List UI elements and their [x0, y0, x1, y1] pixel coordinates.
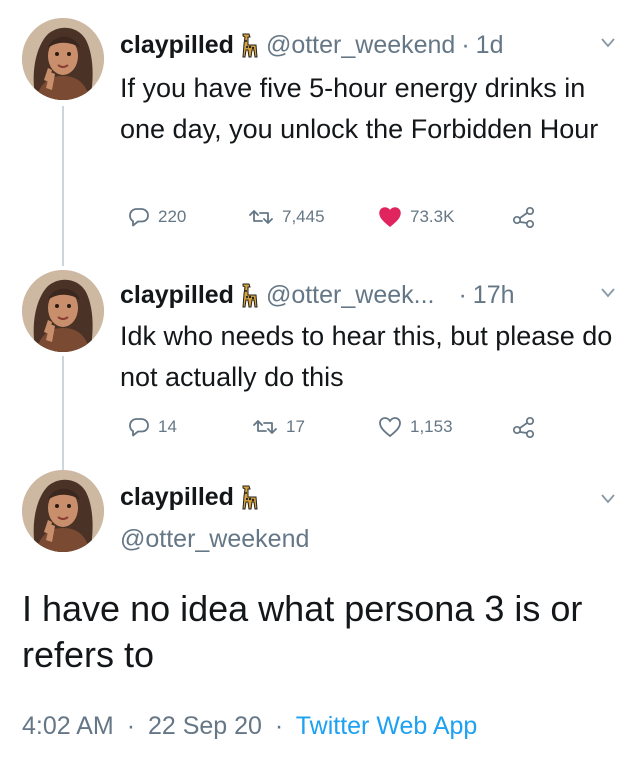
tweet-timestamp[interactable]: 4:02 AM — [22, 712, 114, 740]
avatar[interactable] — [22, 470, 104, 552]
tweet-metadata: 4:02 AM · 22 Sep 20 · Twitter Web App — [22, 712, 477, 741]
giraffe-emoji-icon — [240, 484, 260, 510]
reply-icon — [129, 418, 149, 437]
separator: · — [274, 712, 284, 740]
tweet-actions: 220 7,445 73.3K — [120, 200, 540, 234]
retweet-button[interactable]: 7,445 — [248, 200, 325, 234]
display-name[interactable]: claypilled — [120, 31, 234, 60]
retweet-icon — [253, 420, 277, 434]
reply-count: 14 — [158, 417, 177, 436]
like-button[interactable]: 1,153 — [378, 410, 453, 444]
tweet-header: claypilled @otter_week... · 17h — [120, 278, 515, 312]
retweet-icon — [249, 210, 273, 224]
like-button[interactable]: 73.3K — [378, 200, 454, 234]
chevron-down-icon[interactable] — [600, 492, 616, 506]
username[interactable]: @otter_weekend — [266, 31, 455, 60]
reply-button[interactable]: 14 — [128, 410, 177, 444]
tweet-date[interactable]: 22 Sep 20 — [148, 712, 262, 740]
separator: · — [458, 280, 467, 309]
avatar-image — [22, 270, 104, 352]
retweet-button[interactable]: 17 — [252, 410, 305, 444]
heart-icon — [379, 417, 401, 438]
retweet-count: 17 — [286, 417, 305, 436]
tweet-time[interactable]: 1d — [476, 31, 504, 60]
retweet-count: 7,445 — [282, 207, 325, 226]
username[interactable]: @otter_weekend — [120, 525, 309, 554]
avatar[interactable] — [22, 18, 104, 100]
main-tweet-handle: @otter_weekend — [120, 522, 309, 556]
tweet-text: If you have five 5-hour energy drinks in… — [120, 73, 599, 144]
thread-line — [62, 356, 64, 470]
giraffe-emoji-icon — [240, 282, 260, 308]
separator: · — [126, 712, 136, 740]
chevron-down-icon[interactable] — [600, 286, 616, 300]
heart-icon — [379, 207, 401, 227]
chevron-down-icon[interactable] — [600, 36, 616, 50]
display-name[interactable]: claypilled — [120, 483, 234, 512]
reply-count: 220 — [158, 207, 187, 226]
reply-icon — [129, 208, 149, 227]
tweet-text: Idk who needs to hear this, but please d… — [120, 321, 613, 392]
avatar[interactable] — [22, 270, 104, 352]
share-button[interactable] — [512, 410, 536, 444]
display-name[interactable]: claypilled — [120, 281, 234, 310]
like-count: 73.3K — [410, 207, 455, 226]
tweet-actions: 14 17 1,153 — [120, 410, 540, 444]
tweet-time[interactable]: 17h — [473, 281, 515, 310]
giraffe-emoji-icon — [240, 32, 260, 58]
main-tweet-name: claypilled — [120, 480, 266, 514]
main-tweet-text: I have no idea what persona 3 is or refe… — [22, 588, 583, 675]
separator: · — [461, 30, 470, 59]
source-app-link[interactable]: Twitter Web App — [296, 712, 478, 740]
username[interactable]: @otter_week... — [266, 281, 435, 310]
avatar-image — [22, 470, 104, 552]
share-icon — [512, 416, 535, 438]
tweet-header: claypilled @otter_weekend · 1d — [120, 28, 503, 62]
avatar-image — [22, 18, 104, 100]
like-count: 1,153 — [410, 417, 453, 436]
share-button[interactable] — [512, 200, 536, 234]
thread-line — [62, 106, 64, 266]
reply-button[interactable]: 220 — [128, 200, 186, 234]
share-icon — [512, 206, 535, 228]
